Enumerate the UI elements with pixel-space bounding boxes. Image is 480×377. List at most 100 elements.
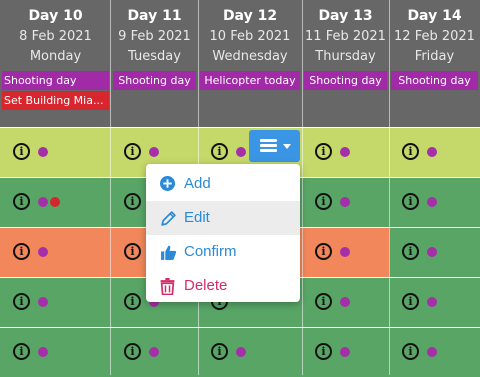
event-tag[interactable]: Shooting day: [391, 71, 478, 90]
purple-status-dot: [340, 147, 350, 157]
schedule-cell[interactable]: i: [111, 328, 198, 377]
day-label: Day 14: [407, 8, 462, 24]
purple-status-dot: [38, 147, 48, 157]
schedule-cell[interactable]: i: [302, 128, 389, 177]
day-header: Day 10 8 Feb 2021 Monday Shooting day Se…: [0, 0, 111, 127]
info-icon[interactable]: i: [13, 293, 30, 310]
purple-status-dot: [38, 297, 48, 307]
cell-menu-button[interactable]: [249, 130, 300, 162]
purple-status-dot: [38, 347, 48, 357]
purple-status-dot: [236, 347, 246, 357]
date-label: 11 Feb 2021: [305, 29, 386, 44]
menu-item-label: Confirm: [184, 243, 237, 260]
menu-item-add[interactable]: Add: [146, 167, 300, 201]
info-icon[interactable]: i: [402, 343, 419, 360]
event-tag[interactable]: Set Building Mia...: [2, 91, 109, 110]
menu-item-label: Edit: [184, 209, 210, 226]
column-divider: [302, 0, 303, 375]
schedule-cell[interactable]: i: [389, 278, 480, 327]
schedule-cell[interactable]: i: [0, 328, 111, 377]
purple-status-dot: [236, 147, 246, 157]
info-icon[interactable]: i: [315, 343, 332, 360]
day-header: Day 13 11 Feb 2021 Thursday Shooting day: [302, 0, 389, 127]
weekday-label: Monday: [29, 49, 82, 64]
menu-item-label: Delete: [184, 277, 228, 294]
info-icon[interactable]: i: [402, 143, 419, 160]
schedule-cell[interactable]: i: [389, 328, 480, 377]
date-label: 12 Feb 2021: [394, 29, 475, 44]
event-tag[interactable]: Shooting day: [113, 71, 196, 90]
purple-status-dot: [427, 347, 437, 357]
weekday-label: Friday: [414, 49, 455, 64]
bars-icon: [260, 139, 277, 152]
purple-status-dot: [427, 197, 437, 207]
event-tag[interactable]: Shooting day: [304, 71, 387, 90]
thumbs-up-icon: [161, 245, 177, 260]
schedule-cell[interactable]: i: [0, 228, 111, 277]
purple-status-dot: [340, 347, 350, 357]
menu-item-delete[interactable]: Delete: [146, 269, 300, 303]
schedule-cell[interactable]: i: [389, 128, 480, 177]
info-icon[interactable]: i: [402, 193, 419, 210]
purple-status-dot: [149, 147, 159, 157]
purple-status-dot: [38, 197, 48, 207]
weekday-label: Wednesday: [212, 49, 288, 64]
purple-status-dot: [427, 297, 437, 307]
info-icon[interactable]: i: [402, 243, 419, 260]
info-icon[interactable]: i: [13, 143, 30, 160]
schedule-cell[interactable]: i: [0, 178, 111, 227]
info-icon[interactable]: i: [13, 343, 30, 360]
menu-item-confirm[interactable]: Confirm: [146, 235, 300, 269]
day-label: Day 11: [127, 8, 182, 24]
menu-item-label: Add: [184, 175, 211, 192]
date-label: 10 Feb 2021: [209, 29, 291, 44]
red-status-dot: [50, 197, 60, 207]
date-label: 9 Feb 2021: [118, 29, 191, 44]
info-icon[interactable]: i: [211, 343, 228, 360]
info-icon[interactable]: i: [13, 243, 30, 260]
purple-status-dot: [38, 247, 48, 257]
day-label: Day 10: [28, 8, 83, 24]
weekday-label: Tuesday: [128, 49, 181, 64]
schedule-cell[interactable]: i: [302, 278, 389, 327]
column-divider: [389, 0, 390, 375]
day-header: Day 14 12 Feb 2021 Friday Shooting day: [389, 0, 480, 127]
row-divider: [0, 127, 480, 128]
event-tag[interactable]: Shooting day: [2, 71, 109, 90]
info-icon[interactable]: i: [124, 343, 141, 360]
schedule-cell[interactable]: i: [0, 278, 111, 327]
info-icon[interactable]: i: [315, 243, 332, 260]
schedule-cell[interactable]: i: [389, 178, 480, 227]
day-header: Day 11 9 Feb 2021 Tuesday Shooting day: [111, 0, 198, 127]
info-icon[interactable]: i: [124, 143, 141, 160]
schedule-cell[interactable]: i: [198, 328, 302, 377]
schedule-cell[interactable]: i: [0, 128, 111, 177]
info-icon[interactable]: i: [13, 193, 30, 210]
info-icon[interactable]: i: [124, 193, 141, 210]
info-icon[interactable]: i: [211, 143, 228, 160]
info-icon[interactable]: i: [124, 243, 141, 260]
trash-icon: [160, 278, 175, 295]
day-label: Day 12: [222, 8, 278, 24]
info-icon[interactable]: i: [315, 293, 332, 310]
info-icon[interactable]: i: [315, 193, 332, 210]
purple-status-dot: [340, 197, 350, 207]
info-icon[interactable]: i: [402, 293, 419, 310]
cell-context-menu: Add Edit Confirm Delete: [146, 164, 300, 302]
row-divider: [0, 327, 480, 328]
menu-item-edit[interactable]: Edit: [146, 201, 300, 235]
info-icon[interactable]: i: [315, 143, 332, 160]
day-header: Day 12 10 Feb 2021 Wednesday Helicopter …: [198, 0, 302, 127]
pencil-icon: [161, 211, 176, 226]
weekday-label: Thursday: [315, 49, 376, 64]
event-tag[interactable]: Helicopter today: [200, 71, 300, 90]
purple-status-dot: [149, 347, 159, 357]
day-label: Day 13: [318, 8, 373, 24]
schedule-cell[interactable]: i: [389, 228, 480, 277]
schedule-cell[interactable]: i: [302, 178, 389, 227]
schedule-cell[interactable]: i: [302, 328, 389, 377]
info-icon[interactable]: i: [124, 293, 141, 310]
date-label: 8 Feb 2021: [19, 29, 92, 44]
purple-status-dot: [340, 297, 350, 307]
schedule-cell[interactable]: i: [302, 228, 389, 277]
